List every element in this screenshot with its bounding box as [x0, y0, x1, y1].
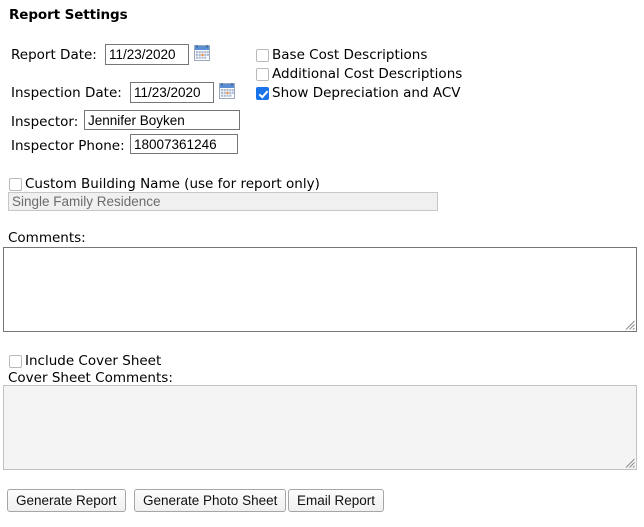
- checkbox-row-base-cost-descriptions[interactable]: Base Cost Descriptions: [256, 47, 427, 63]
- calendar-icon[interactable]: [219, 83, 235, 99]
- inspector-phone-label: Inspector Phone:: [11, 138, 125, 154]
- inspector-input[interactable]: [84, 110, 240, 130]
- additional-cost-descriptions-checkbox[interactable]: [256, 67, 269, 81]
- cover-sheet-comments-textarea[interactable]: [3, 385, 637, 470]
- page-title: Report Settings: [9, 7, 128, 23]
- show-depreciation-and-acv-label: Show Depreciation and ACV: [272, 85, 461, 101]
- include-cover-sheet-label: Include Cover Sheet: [25, 353, 162, 369]
- report-date-label: Report Date:: [11, 47, 97, 63]
- inspector-label: Inspector:: [11, 114, 79, 130]
- inspector-phone-input[interactable]: [130, 134, 238, 154]
- generate-report-button[interactable]: Generate Report: [7, 489, 126, 512]
- inspection-date-input[interactable]: [130, 82, 214, 103]
- report-date-input[interactable]: [105, 44, 189, 65]
- custom-building-name-checkbox[interactable]: [9, 177, 22, 191]
- custom-building-name-label: Custom Building Name (use for report onl…: [25, 176, 320, 192]
- calendar-icon[interactable]: [194, 45, 210, 61]
- comments-label: Comments:: [8, 230, 86, 246]
- checkbox-row-custom-building-name[interactable]: Custom Building Name (use for report onl…: [9, 176, 320, 192]
- generate-photo-sheet-button[interactable]: Generate Photo Sheet: [134, 489, 287, 512]
- checkbox-row-show-depreciation-and-acv[interactable]: Show Depreciation and ACV: [256, 85, 461, 101]
- checkbox-row-include-cover-sheet[interactable]: Include Cover Sheet: [9, 353, 161, 369]
- include-cover-sheet-checkbox[interactable]: [9, 354, 22, 368]
- base-cost-descriptions-checkbox[interactable]: [256, 48, 269, 62]
- base-cost-descriptions-label: Base Cost Descriptions: [272, 47, 428, 63]
- checkbox-row-additional-cost-descriptions[interactable]: Additional Cost Descriptions: [256, 66, 462, 82]
- comments-textarea[interactable]: [3, 247, 637, 332]
- report-settings-panel: Report Settings Report Date: 11/23/2020 …: [0, 0, 644, 527]
- inspection-date-label: Inspection Date:: [11, 85, 122, 101]
- custom-building-name-input[interactable]: [8, 192, 438, 211]
- additional-cost-descriptions-label: Additional Cost Descriptions: [272, 66, 463, 82]
- cover-sheet-comments-label: Cover Sheet Comments:: [8, 370, 173, 386]
- show-depreciation-and-acv-checkbox[interactable]: [256, 86, 269, 100]
- email-report-button[interactable]: Email Report: [288, 489, 385, 512]
